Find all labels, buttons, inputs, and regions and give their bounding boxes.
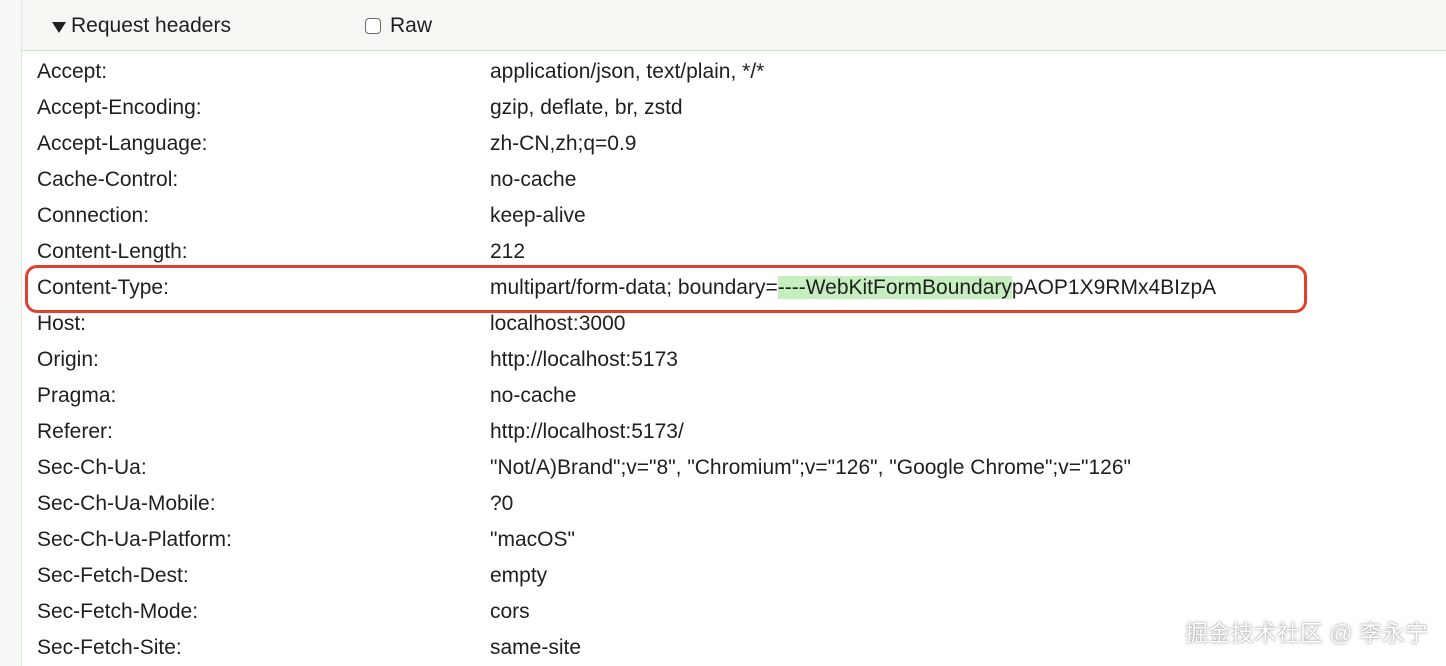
header-value: same-site — [490, 636, 582, 659]
request-headers-toggle[interactable]: Request headers — [52, 13, 231, 39]
header-value: keep-alive — [490, 204, 586, 227]
header-name: Cache-Control: — [37, 168, 179, 191]
header-value: empty — [490, 564, 548, 587]
header-value: "Not/A)Brand";v="8", "Chromium";v="126",… — [490, 456, 1131, 479]
header-value: "macOS" — [490, 528, 575, 551]
headers-list: Accept: application/json, text/plain, */… — [22, 54, 1446, 666]
header-name: Accept: — [37, 60, 108, 83]
header-name: Sec-Fetch-Mode: — [37, 600, 199, 623]
header-row: Host: localhost:3000 — [22, 306, 1446, 342]
header-row-content-type: Content-Type: multipart/form-data; bound… — [22, 270, 1446, 306]
header-name: Sec-Fetch-Site: — [37, 636, 182, 659]
header-row: Sec-Ch-Ua-Mobile: ?0 — [22, 486, 1446, 522]
header-value: localhost:3000 — [490, 312, 626, 335]
header-value: zh-CN,zh;q=0.9 — [490, 132, 637, 155]
header-name: Host: — [37, 312, 87, 335]
header-row: Sec-Fetch-Dest: empty — [22, 558, 1446, 594]
header-value: multipart/form-data; boundary=----WebKit… — [490, 275, 1216, 301]
header-value: gzip, deflate, br, zstd — [490, 96, 683, 119]
header-row: Origin: http://localhost:5173 — [22, 342, 1446, 378]
watermark: 掘金技术社区 @ 李永宁 — [1184, 620, 1428, 646]
header-row: Sec-Ch-Ua-Platform: "macOS" — [22, 522, 1446, 558]
header-row: Connection: keep-alive — [22, 198, 1446, 234]
content-type-suffix: pAOP1X9RMx4BIzpA — [1011, 276, 1217, 299]
header-value: http://localhost:5173 — [490, 348, 678, 371]
header-value: 212 — [490, 240, 526, 263]
header-row: Sec-Ch-Ua: "Not/A)Brand";v="8", "Chromiu… — [22, 450, 1446, 486]
header-row: Accept: application/json, text/plain, */… — [22, 54, 1446, 90]
header-name: Accept-Encoding: — [37, 96, 202, 119]
header-name: Sec-Ch-Ua-Mobile: — [37, 492, 216, 515]
header-name: Sec-Ch-Ua: — [37, 456, 147, 479]
header-value: no-cache — [490, 168, 577, 191]
header-row: Accept-Language: zh-CN,zh;q=0.9 — [22, 126, 1446, 162]
section-title: Request headers — [71, 14, 231, 37]
header-row: Cache-Control: no-cache — [22, 162, 1446, 198]
header-row: Content-Length: 212 — [22, 234, 1446, 270]
raw-label: Raw — [390, 14, 433, 37]
highlighted-boundary-text: ----WebKitFormBoundary — [777, 276, 1012, 299]
header-name: Accept-Language: — [37, 132, 208, 155]
header-name: Connection: — [37, 204, 150, 227]
request-headers-section-header: Request headers Raw — [22, 0, 1446, 51]
left-gutter — [0, 0, 22, 666]
header-name: Origin: — [37, 348, 99, 371]
raw-toggle[interactable]: Raw — [365, 13, 432, 39]
header-name: Sec-Fetch-Dest: — [37, 564, 189, 587]
header-name: Pragma: — [37, 384, 117, 407]
header-name: Referer: — [37, 420, 113, 443]
header-value: no-cache — [490, 384, 577, 407]
header-value: cors — [490, 600, 530, 623]
collapse-triangle-icon — [52, 21, 66, 33]
header-name: Content-Length: — [37, 240, 188, 263]
header-row: Accept-Encoding: gzip, deflate, br, zstd — [22, 90, 1446, 126]
header-name: Content-Type: — [37, 276, 169, 299]
header-value: ?0 — [490, 492, 514, 515]
raw-checkbox[interactable] — [365, 18, 381, 34]
content-type-prefix: multipart/form-data; boundary= — [490, 276, 778, 299]
header-row: Pragma: no-cache — [22, 378, 1446, 414]
header-value: http://localhost:5173/ — [490, 420, 684, 443]
header-value: application/json, text/plain, */* — [490, 60, 765, 83]
header-row: Referer: http://localhost:5173/ — [22, 414, 1446, 450]
header-name: Sec-Ch-Ua-Platform: — [37, 528, 232, 551]
